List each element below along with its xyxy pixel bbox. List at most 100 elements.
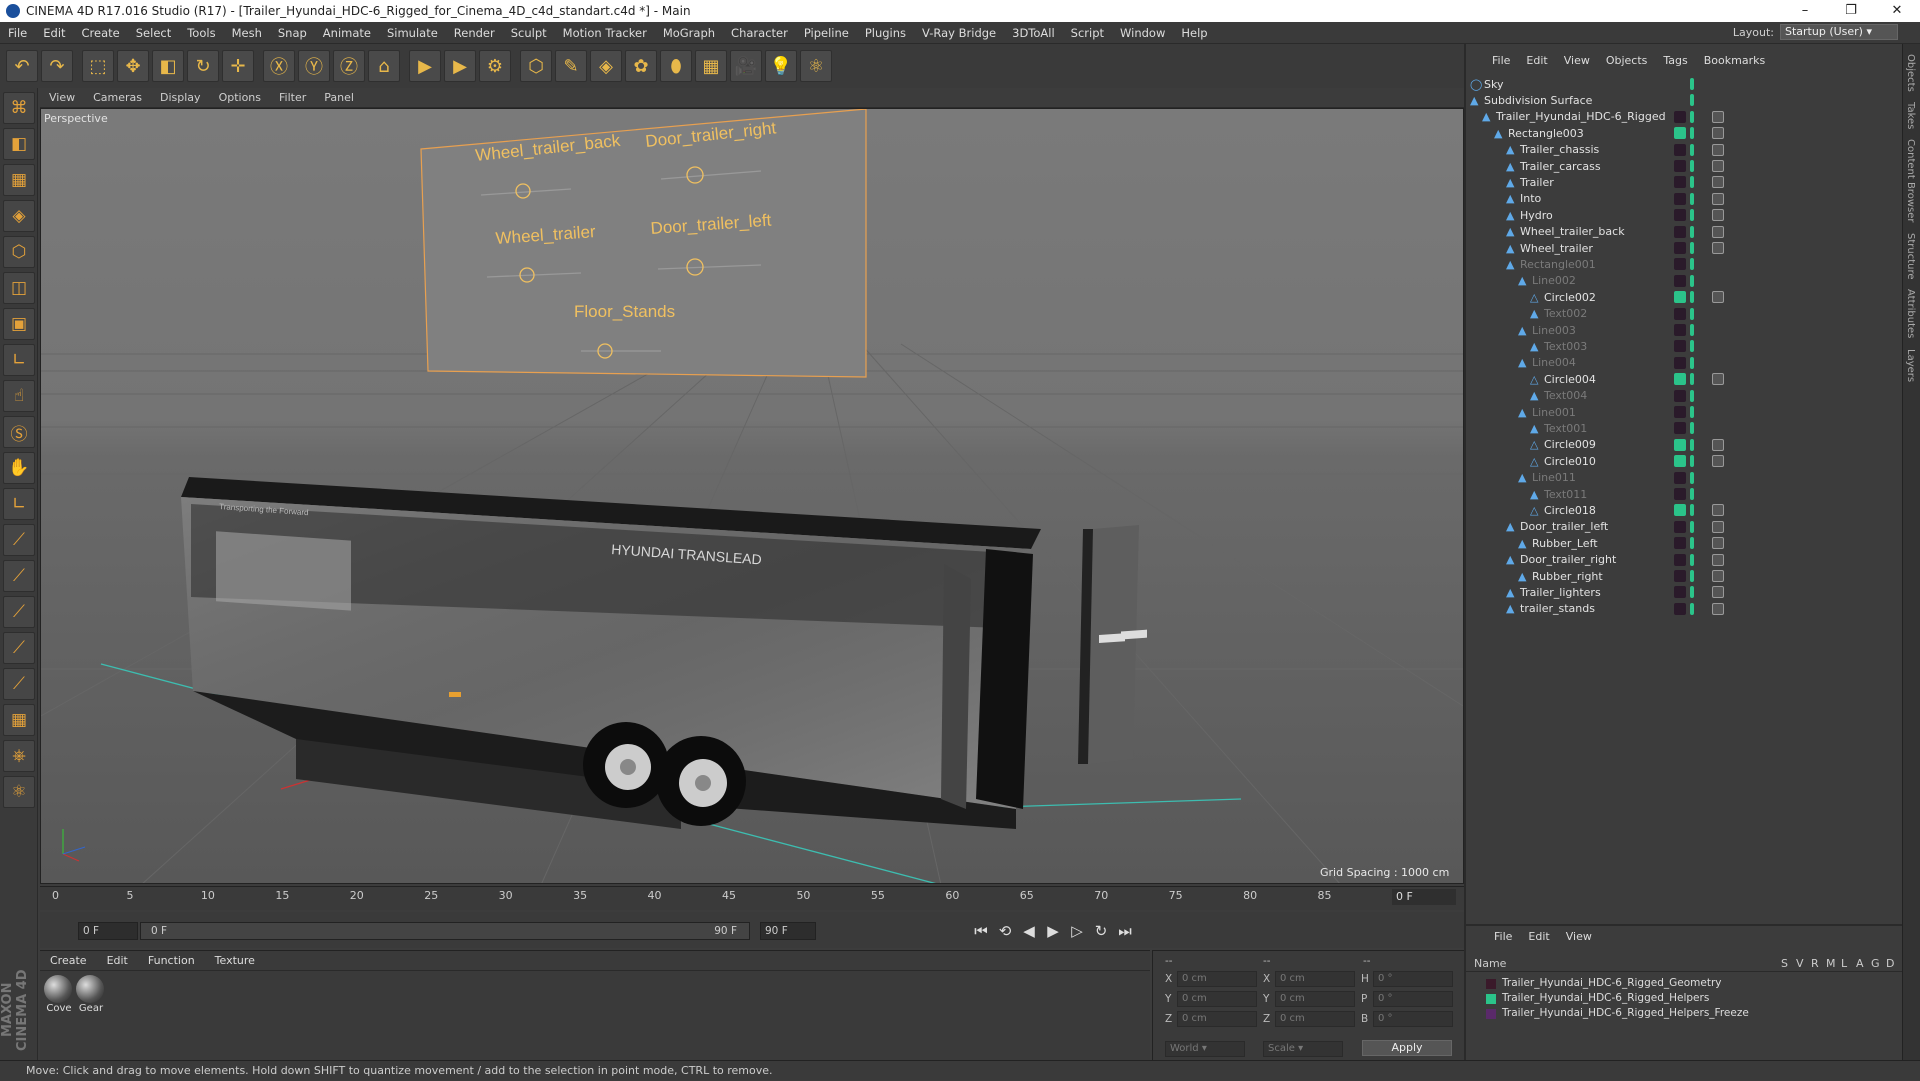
- material-tag-icon[interactable]: [1712, 373, 1724, 386]
- material-tag-icon[interactable]: [1712, 602, 1724, 615]
- menu-create[interactable]: Create: [74, 26, 128, 40]
- visibility-dots-icon[interactable]: [1690, 389, 1694, 402]
- start-frame-field[interactable]: 0 F: [78, 922, 138, 940]
- visibility-dots-icon[interactable]: [1690, 307, 1694, 320]
- object-menu-bookmarks[interactable]: Bookmarks: [1696, 54, 1773, 67]
- visibility-dots-icon[interactable]: [1690, 242, 1694, 254]
- visibility-dots-icon[interactable]: [1690, 209, 1694, 222]
- axis-icon[interactable]: ∟: [3, 344, 35, 376]
- object-menu-file[interactable]: File: [1484, 54, 1518, 67]
- undo-icon[interactable]: ↶: [6, 50, 38, 82]
- object-mode-icon[interactable]: ◧: [3, 128, 35, 160]
- python-icon[interactable]: ⚛: [800, 50, 832, 82]
- side-tab-takes[interactable]: Takes: [1905, 102, 1916, 129]
- record-button[interactable]: ⟲: [994, 920, 1016, 942]
- paint-icon[interactable]: ⟋: [3, 596, 35, 628]
- layer-row[interactable]: Trailer_Hyundai_HDC-6_Rigged_Helpers: [1466, 991, 1904, 1006]
- visibility-dots-icon[interactable]: [1690, 553, 1694, 566]
- menu-render[interactable]: Render: [446, 26, 503, 40]
- visibility-dots-icon[interactable]: [1690, 471, 1694, 484]
- apply-button[interactable]: Apply: [1362, 1040, 1452, 1056]
- material-tag-icon[interactable]: [1712, 570, 1724, 582]
- quantize-icon[interactable]: ⟋: [3, 524, 35, 556]
- coordinate-system-icon[interactable]: ⌂: [368, 50, 400, 82]
- visibility-dots-icon[interactable]: [1690, 455, 1694, 468]
- trailer-model[interactable]: HYUNDAI TRANSLEAD Transporting the Forwa…: [181, 477, 1147, 829]
- visibility-dots-icon[interactable]: [1690, 127, 1694, 140]
- material-tag-icon[interactable]: [1712, 209, 1724, 222]
- snap-icon[interactable]: Ⓢ: [3, 416, 35, 448]
- hair-icon[interactable]: ⟋: [3, 632, 35, 664]
- sculpt-icon[interactable]: ⟋: [3, 560, 35, 592]
- material-menu-create[interactable]: Create: [40, 954, 97, 967]
- visibility-dots-icon[interactable]: [1690, 143, 1694, 156]
- model-mode-icon[interactable]: ⌘: [3, 92, 35, 124]
- layer-row[interactable]: Trailer_Hyundai_HDC-6_Rigged_Geometry: [1466, 976, 1904, 991]
- coord-field[interactable]: 0 cm: [1177, 1011, 1257, 1027]
- visibility-dots-icon[interactable]: [1690, 406, 1694, 418]
- material-tag-icon[interactable]: [1712, 176, 1724, 189]
- material-menu-function[interactable]: Function: [138, 954, 205, 967]
- layer-menu-file[interactable]: File: [1486, 930, 1520, 943]
- menu-window[interactable]: Window: [1112, 26, 1173, 40]
- world-dropdown[interactable]: World ▾: [1165, 1041, 1245, 1057]
- step-forward-button[interactable]: ▷: [1066, 920, 1088, 942]
- spline-icon[interactable]: ⟋: [3, 668, 35, 700]
- visibility-dots-icon[interactable]: [1690, 537, 1694, 550]
- side-tab-content-browser[interactable]: Content Browser: [1905, 139, 1916, 222]
- material-tag-icon[interactable]: [1712, 160, 1724, 172]
- material-tag-icon[interactable]: [1712, 455, 1724, 468]
- material-tag-icon[interactable]: [1712, 225, 1724, 238]
- side-tab-structure[interactable]: Structure: [1905, 233, 1916, 280]
- visibility-dots-icon[interactable]: [1690, 422, 1694, 435]
- coord-field[interactable]: 0 cm: [1275, 1011, 1355, 1027]
- soft-selection-icon[interactable]: ⎈: [3, 740, 35, 772]
- viewport-menu-view[interactable]: View: [40, 91, 84, 104]
- layer-menu-edit[interactable]: Edit: [1520, 930, 1557, 943]
- menu-v-ray-bridge[interactable]: V-Ray Bridge: [914, 26, 1004, 40]
- menu-edit[interactable]: Edit: [35, 26, 73, 40]
- coord-field[interactable]: 0 cm: [1275, 991, 1355, 1007]
- visibility-dots-icon[interactable]: [1690, 373, 1694, 386]
- material-tag-icon[interactable]: [1712, 504, 1724, 517]
- end-frame-field[interactable]: 90 F: [760, 922, 816, 940]
- visibility-dots-icon[interactable]: [1690, 356, 1694, 369]
- menu-simulate[interactable]: Simulate: [379, 26, 446, 40]
- object-row[interactable]: ▲ trailer_stands: [1464, 599, 1902, 619]
- visibility-dots-icon[interactable]: [1690, 78, 1694, 90]
- camera-icon[interactable]: 🎥: [730, 50, 762, 82]
- material-tag-icon[interactable]: [1712, 537, 1724, 550]
- material-tag-icon[interactable]: [1712, 127, 1724, 140]
- current-frame-field[interactable]: 0 F: [1392, 889, 1456, 905]
- viewport[interactable]: Wheel_trailer_back Door_trailer_right Wh…: [40, 108, 1464, 884]
- live-select-icon[interactable]: ⬚: [82, 50, 114, 82]
- close-button[interactable]: ✕: [1874, 0, 1920, 22]
- material-tag-icon[interactable]: [1712, 520, 1724, 533]
- coord-field[interactable]: 0 °: [1373, 971, 1453, 987]
- material-tag-icon[interactable]: [1712, 242, 1724, 254]
- menu-select[interactable]: Select: [128, 26, 179, 40]
- viewport-menu-display[interactable]: Display: [151, 91, 210, 104]
- visibility-dots-icon[interactable]: [1690, 488, 1694, 500]
- redo-icon[interactable]: ↷: [41, 50, 73, 82]
- frame-range-slider[interactable]: 0 F 90 F: [140, 922, 750, 940]
- visibility-dots-icon[interactable]: [1690, 324, 1694, 336]
- viewport-menu-options[interactable]: Options: [210, 91, 270, 104]
- scale-dropdown[interactable]: Scale ▾: [1263, 1041, 1343, 1057]
- menu-script[interactable]: Script: [1063, 26, 1112, 40]
- render-settings-icon[interactable]: ⚙: [479, 50, 511, 82]
- coord-field[interactable]: 0 cm: [1177, 991, 1257, 1007]
- texture-mode-icon[interactable]: ▦: [3, 164, 35, 196]
- viewport-menu-cameras[interactable]: Cameras: [84, 91, 151, 104]
- points-mode-icon[interactable]: ⬡: [3, 236, 35, 268]
- z-axis-icon[interactable]: Ⓩ: [333, 50, 365, 82]
- polygons-mode-icon[interactable]: ▣: [3, 308, 35, 340]
- visibility-dots-icon[interactable]: [1690, 586, 1694, 599]
- menu-mograph[interactable]: MoGraph: [655, 26, 723, 40]
- tweak-icon[interactable]: ☝: [3, 380, 35, 412]
- minimize-button[interactable]: –: [1782, 0, 1828, 22]
- object-menu-edit[interactable]: Edit: [1518, 54, 1555, 67]
- object-menu-objects[interactable]: Objects: [1598, 54, 1656, 67]
- material-tag-icon[interactable]: [1712, 438, 1724, 451]
- play-backward-button[interactable]: ◀: [1018, 920, 1040, 942]
